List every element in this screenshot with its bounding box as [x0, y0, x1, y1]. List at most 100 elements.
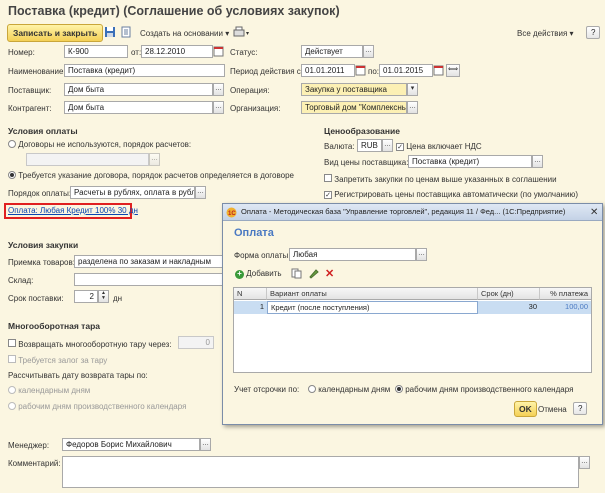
currency-select-button[interactable]: …	[382, 139, 393, 152]
comment-field[interactable]	[62, 456, 579, 488]
period-arrows-button[interactable]: ⟺	[446, 64, 460, 77]
print-icon[interactable]: ▾	[233, 26, 251, 40]
org-select-button[interactable]: …	[407, 101, 418, 114]
name-label: Наименование:	[8, 67, 66, 76]
contractor-select-button[interactable]: …	[213, 101, 224, 114]
delay-work-radio[interactable]: рабочим дням производственного календаря	[395, 385, 573, 394]
payment-dialog: 1С Оплата - Методическая база "Управлени…	[222, 203, 603, 425]
status-label: Статус:	[230, 48, 258, 57]
operation-dropdown[interactable]: ▾	[407, 83, 418, 96]
vat-checkbox[interactable]: ✓ Цена включает НДС	[396, 142, 482, 151]
date-field[interactable]: 28.12.2010	[141, 45, 213, 58]
receive-field[interactable]: разделена по заказам и накладным	[74, 255, 224, 268]
calendar-icon[interactable]	[213, 45, 224, 60]
column-header-n[interactable]: N	[234, 288, 267, 300]
cell-n: 1	[259, 302, 264, 311]
number-label: Номер:	[8, 48, 35, 57]
currency-field[interactable]: RUB	[357, 139, 382, 152]
document-icon[interactable]	[120, 26, 132, 40]
comment-label: Комментарий:	[8, 459, 61, 468]
svg-text:▾: ▾	[246, 31, 249, 37]
price-type-select-button[interactable]: …	[532, 155, 543, 168]
stock-field[interactable]	[74, 273, 224, 286]
column-header-variant[interactable]: Вариант оплаты	[267, 288, 478, 300]
date-from-label: от:	[131, 48, 142, 57]
purchase-section-title: Условия закупки	[8, 240, 79, 250]
column-header-percent[interactable]: % платежа	[540, 288, 591, 300]
supplier-field[interactable]: Дом быта	[64, 83, 213, 96]
add-button[interactable]: + Добавить	[235, 269, 282, 279]
cancel-button[interactable]: Отмена	[538, 405, 567, 414]
status-select-button[interactable]: …	[363, 45, 374, 58]
number-field[interactable]: К-900	[64, 45, 128, 58]
app-logo-icon: 1С	[226, 207, 237, 220]
tare-calc-label: Рассчитывать дату возврата тары по:	[8, 371, 148, 380]
contractor-label: Контрагент:	[8, 104, 52, 113]
form-field[interactable]: Любая	[289, 248, 416, 261]
pricing-section-title: Ценообразование	[324, 126, 400, 136]
status-field[interactable]: Действует	[301, 45, 363, 58]
supplier-select-button[interactable]: …	[213, 83, 224, 96]
cell-variant[interactable]: Кредит (после поступления)	[267, 301, 478, 314]
term-label: Срок поставки:	[8, 294, 64, 303]
payment-order-label: Порядок оплаты:	[8, 189, 72, 198]
calendar-icon[interactable]	[355, 64, 366, 79]
term-stepper[interactable]: ▲ ▼	[98, 290, 109, 303]
save-icon[interactable]	[104, 26, 116, 40]
register-checkbox[interactable]: ✓ Регистрировать цены поставщика автомат…	[324, 190, 578, 199]
comment-select-button[interactable]: …	[579, 456, 590, 469]
save-close-button[interactable]: Записать и закрыть	[7, 24, 104, 42]
period-to-label: по:	[368, 67, 380, 76]
payment-option-no-contracts[interactable]: Договоры не используются, порядок расчет…	[8, 140, 191, 149]
create-based-menu[interactable]: Создать на основании ▾	[140, 29, 229, 38]
operation-label: Операция:	[230, 86, 270, 95]
close-icon[interactable]: ✕	[590, 207, 598, 218]
form-select-button[interactable]: …	[416, 248, 427, 261]
delay-calendar-radio[interactable]: календарным дням	[308, 385, 390, 394]
payment-section-title: Условия оплаты	[8, 126, 78, 136]
payment-order-disabled-button: …	[149, 153, 160, 166]
payment-order-field[interactable]: Расчеты в рублях, оплата в рублях	[70, 186, 195, 199]
currency-label: Валюта:	[324, 142, 355, 151]
cell-days: 30	[528, 302, 537, 311]
tare-deposit-checkbox: Требуется залог за тару	[8, 355, 107, 365]
ok-button[interactable]: OK	[514, 401, 537, 417]
column-header-days[interactable]: Срок (дн)	[478, 288, 540, 300]
delay-label: Учет отсрочки по:	[234, 385, 300, 394]
forbid-checkbox[interactable]: Запретить закупки по ценам выше указанны…	[324, 174, 557, 184]
period-from-field[interactable]: 01.01.2011	[301, 64, 355, 77]
dialog-titlebar[interactable]: Оплата - Методическая база "Управление т…	[223, 204, 602, 221]
cell-percent: 100,00	[565, 302, 588, 311]
org-label: Организация:	[230, 104, 281, 113]
manager-select-button[interactable]: …	[200, 438, 211, 451]
table-row[interactable]: 1 Кредит (после поступления) 30 100,00	[234, 301, 591, 314]
copy-icon[interactable]	[291, 268, 302, 281]
help-button[interactable]: ?	[586, 26, 601, 39]
price-type-field[interactable]: Поставка (кредит)	[408, 155, 532, 168]
tare-return-checkbox[interactable]: Возвращать многооборотную тару через:	[8, 339, 172, 349]
tare-calendar-radio: календарным дням	[8, 386, 90, 395]
payment-option-contract-required[interactable]: Требуется указание договора, порядок рас…	[8, 171, 294, 180]
org-field[interactable]: Торговый дом "Комплексный"	[301, 101, 407, 114]
svg-text:1С: 1С	[228, 211, 236, 217]
manager-field[interactable]: Федоров Борис Михайлович	[62, 438, 200, 451]
contractor-field[interactable]: Дом быта	[64, 101, 213, 114]
dialog-help-button[interactable]: ?	[573, 402, 588, 415]
add-icon: +	[235, 270, 244, 279]
calendar-icon[interactable]	[433, 64, 444, 79]
term-unit: дн	[113, 294, 123, 303]
payment-order-disabled-field	[26, 153, 149, 166]
payment-table[interactable]: N Вариант оплаты Срок (дн) % платежа 1 К…	[233, 287, 592, 373]
all-actions-menu[interactable]: Все действия ▾	[517, 29, 574, 38]
delete-icon[interactable]: ✕	[325, 267, 334, 280]
term-field[interactable]: 2	[74, 290, 98, 303]
payment-terms-link[interactable]: Оплата: Любая Кредит 100% 30 дн	[8, 206, 138, 215]
name-field[interactable]: Поставка (кредит)	[64, 64, 225, 77]
period-to-field[interactable]: 01.01.2015	[379, 64, 433, 77]
receive-label: Приемка товаров:	[8, 258, 75, 267]
page-title: Поставка (кредит) (Соглашение об условия…	[8, 4, 340, 18]
stock-label: Склад:	[8, 276, 34, 285]
edit-icon[interactable]	[308, 268, 319, 281]
operation-field[interactable]: Закупка у поставщика	[301, 83, 407, 96]
payment-order-select-button[interactable]: …	[195, 186, 206, 199]
